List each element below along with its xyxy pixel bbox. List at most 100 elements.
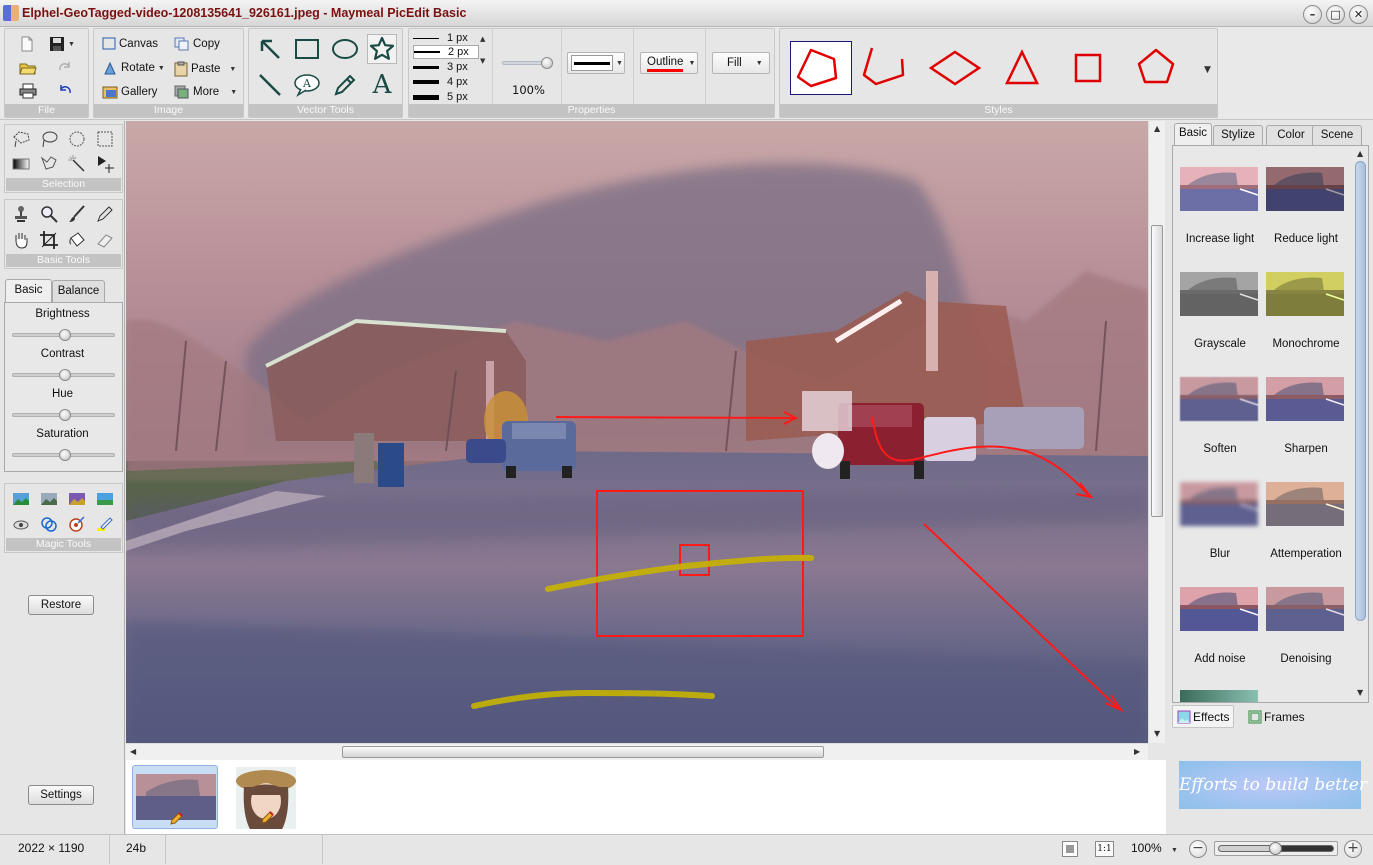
fit-to-window-button[interactable]: [1062, 841, 1078, 857]
zoom-tool[interactable]: [38, 203, 60, 225]
effects-scroll-down-icon[interactable]: ▼: [1357, 688, 1363, 697]
opacity-slider[interactable]: [502, 57, 553, 69]
color-picker-tool[interactable]: [66, 513, 88, 535]
auto-level-tool[interactable]: [10, 488, 32, 510]
paste-button[interactable]: Paste ▼: [174, 61, 236, 77]
ellipse-select-tool[interactable]: [66, 128, 88, 150]
new-file-button[interactable]: [19, 36, 35, 52]
style-diamond[interactable]: [924, 41, 986, 95]
scroll-up-icon[interactable]: ▲: [1154, 124, 1160, 133]
pencil-basic-tool[interactable]: [94, 203, 116, 225]
effect-item[interactable]: Soften: [1180, 377, 1260, 455]
pencil-tool[interactable]: [330, 70, 360, 100]
effect-item[interactable]: Increase light: [1180, 167, 1260, 245]
more-dropdown-icon[interactable]: ▼: [230, 89, 237, 96]
hue-slider[interactable]: [12, 409, 115, 421]
save-dropdown-icon[interactable]: ▼: [68, 41, 75, 48]
line-width-1px[interactable]: 1 px: [413, 31, 479, 45]
line-width-2px[interactable]: 2 px: [413, 45, 479, 59]
effect-item[interactable]: Blur: [1180, 482, 1260, 560]
auto-color-tool[interactable]: [66, 488, 88, 510]
effect-item[interactable]: Sharpen: [1266, 377, 1346, 455]
lasso-tool[interactable]: [38, 128, 60, 150]
rectangle-tool[interactable]: [292, 34, 322, 64]
copy-button[interactable]: Copy: [174, 37, 220, 51]
effects-scrollbar[interactable]: ▲ ▼: [1354, 147, 1368, 702]
style-open-polyline[interactable]: [856, 41, 918, 95]
line-width-down-icon[interactable]: ▼: [480, 57, 485, 65]
brightness-slider[interactable]: [12, 329, 115, 341]
line-width-4px[interactable]: 4 px: [413, 75, 479, 89]
brightness-slider-thumb[interactable]: [58, 329, 71, 341]
move-tool[interactable]: [94, 153, 116, 175]
auto-fix-tool[interactable]: [94, 488, 116, 510]
zoom-slider[interactable]: [1214, 841, 1338, 856]
effects-scroll-up-icon[interactable]: ▲: [1357, 149, 1363, 158]
hand-tool[interactable]: [10, 229, 32, 251]
arrow-tool[interactable]: [255, 34, 285, 64]
undo-button[interactable]: [57, 83, 73, 97]
gallery-button[interactable]: Gallery: [102, 85, 157, 99]
minimize-button[interactable]: –: [1303, 5, 1322, 24]
zoom-in-button[interactable]: +: [1344, 840, 1362, 858]
style-triangle[interactable]: [992, 41, 1054, 95]
hue-slider-thumb[interactable]: [58, 409, 71, 421]
effect-item[interactable]: Denoising: [1266, 587, 1346, 665]
tab-color[interactable]: Color: [1266, 125, 1316, 145]
rotate-dropdown-icon[interactable]: ▼: [158, 65, 165, 72]
effect-partial-next[interactable]: [1180, 690, 1260, 702]
fill-dropdown[interactable]: Fill ▼: [712, 52, 770, 74]
settings-button[interactable]: Settings: [28, 785, 94, 805]
effect-item[interactable]: Reduce light: [1266, 167, 1346, 245]
style-pentagon[interactable]: [1126, 41, 1188, 95]
film-item-street[interactable]: [132, 765, 218, 829]
zoom-level-dropdown[interactable]: 100% ▼: [1131, 841, 1178, 855]
print-button[interactable]: [19, 83, 37, 99]
zoom-out-button[interactable]: −: [1189, 840, 1207, 858]
effect-item[interactable]: Monochrome: [1266, 272, 1346, 350]
ellipse-tool[interactable]: [330, 34, 360, 64]
more-button[interactable]: More ▼: [174, 85, 237, 99]
rotate-button[interactable]: Rotate ▼: [102, 61, 165, 75]
close-button[interactable]: ✕: [1349, 5, 1368, 24]
effect-item[interactable]: Attemperation: [1266, 482, 1346, 560]
actual-size-button[interactable]: 1:1: [1095, 841, 1114, 857]
magnetic-lasso-tool[interactable]: [38, 153, 60, 175]
saturation-slider[interactable]: [12, 449, 115, 461]
line-style-dropdown[interactable]: ▼: [567, 52, 625, 74]
callout-tool[interactable]: A: [292, 70, 322, 100]
scroll-right-icon[interactable]: ▶: [1134, 747, 1140, 756]
paint-bucket-tool[interactable]: [66, 229, 88, 251]
tab-stylize[interactable]: Stylize: [1213, 125, 1263, 145]
effect-item[interactable]: Add noise: [1180, 587, 1260, 665]
horizontal-scrollbar[interactable]: ◀ ▶: [126, 743, 1148, 760]
opacity-slider-thumb[interactable]: [541, 57, 553, 69]
effects-scroll-thumb[interactable]: [1355, 161, 1366, 621]
gradient-tool[interactable]: [10, 153, 32, 175]
scroll-left-icon[interactable]: ◀: [130, 747, 136, 756]
text-tool[interactable]: A: [367, 70, 397, 100]
line-width-up-icon[interactable]: ▲: [480, 35, 485, 43]
open-button[interactable]: [19, 60, 37, 76]
tab-balance[interactable]: Balance: [52, 280, 105, 302]
style-irregular-pentagon[interactable]: [790, 41, 852, 95]
vertical-scroll-thumb[interactable]: [1151, 225, 1163, 517]
tab-basic-adjust[interactable]: Basic: [5, 279, 52, 303]
restore-button[interactable]: Restore: [28, 595, 94, 615]
blend-tool[interactable]: [38, 513, 60, 535]
line-tool[interactable]: [255, 70, 285, 100]
highlighter-tool[interactable]: [94, 513, 116, 535]
tab-effects[interactable]: Effects: [1172, 705, 1235, 728]
line-width-5px[interactable]: 5 px: [413, 90, 479, 104]
brush-tool[interactable]: [66, 203, 88, 225]
saturation-slider-thumb[interactable]: [58, 449, 71, 461]
vertical-scrollbar[interactable]: ▲ ▼: [1148, 121, 1165, 743]
line-width-3px[interactable]: 3 px: [413, 60, 479, 74]
contrast-slider[interactable]: [12, 369, 115, 381]
scroll-down-icon[interactable]: ▼: [1154, 729, 1160, 738]
paste-dropdown-icon[interactable]: ▼: [229, 66, 236, 73]
auto-contrast-tool[interactable]: [38, 488, 60, 510]
contrast-slider-thumb[interactable]: [58, 369, 71, 381]
zoom-slider-thumb[interactable]: [1269, 842, 1282, 855]
crop-tool[interactable]: [38, 229, 60, 251]
